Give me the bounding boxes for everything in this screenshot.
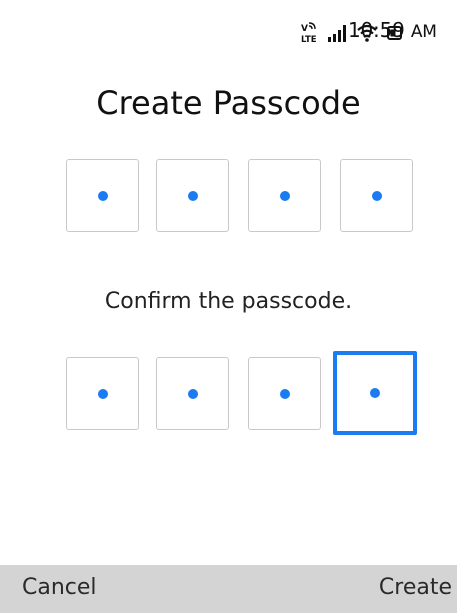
- digit-dot: [371, 190, 382, 201]
- status-bar: V LTE 10:59 AM: [0, 0, 457, 62]
- softkey-bar: Cancel Create: [0, 565, 457, 613]
- passcode-digit-box-4[interactable]: [340, 159, 413, 232]
- digit-dot: [97, 190, 108, 201]
- passcode-digit-box-1[interactable]: [66, 159, 139, 232]
- confirm-digit-box-2[interactable]: [156, 357, 229, 430]
- passcode-digit-box-3[interactable]: [248, 159, 321, 232]
- confirm-label: Confirm the passcode.: [104, 289, 353, 314]
- digit-dot: [279, 388, 290, 399]
- confirm-digit-box-1[interactable]: [66, 357, 139, 430]
- page-title: Create Passcode: [96, 84, 361, 122]
- confirm-input-row[interactable]: [0, 351, 457, 435]
- confirm-digit-box-4-focused[interactable]: [333, 351, 417, 435]
- create-softkey[interactable]: Create: [379, 575, 452, 600]
- status-time-value: 10:59: [348, 18, 405, 42]
- status-ampm: AM: [410, 22, 437, 42]
- digit-dot: [97, 388, 108, 399]
- digit-dot: [370, 388, 380, 398]
- passcode-input-row[interactable]: [0, 158, 457, 238]
- passcode-screen: V LTE 10:59 AM Create Passcode Confirm t…: [0, 0, 457, 613]
- digit-dot: [279, 190, 290, 201]
- signal-icon: [328, 25, 346, 42]
- svg-text:V: V: [301, 24, 308, 34]
- status-time: 10:59 AM: [348, 18, 437, 42]
- confirm-digit-box-3[interactable]: [248, 357, 321, 430]
- volte-icon: V LTE: [301, 22, 317, 44]
- digit-dot: [187, 388, 198, 399]
- svg-text:LTE: LTE: [301, 35, 317, 44]
- passcode-digit-box-2[interactable]: [156, 159, 229, 232]
- cancel-softkey[interactable]: Cancel: [22, 575, 97, 600]
- digit-dot: [187, 190, 198, 201]
